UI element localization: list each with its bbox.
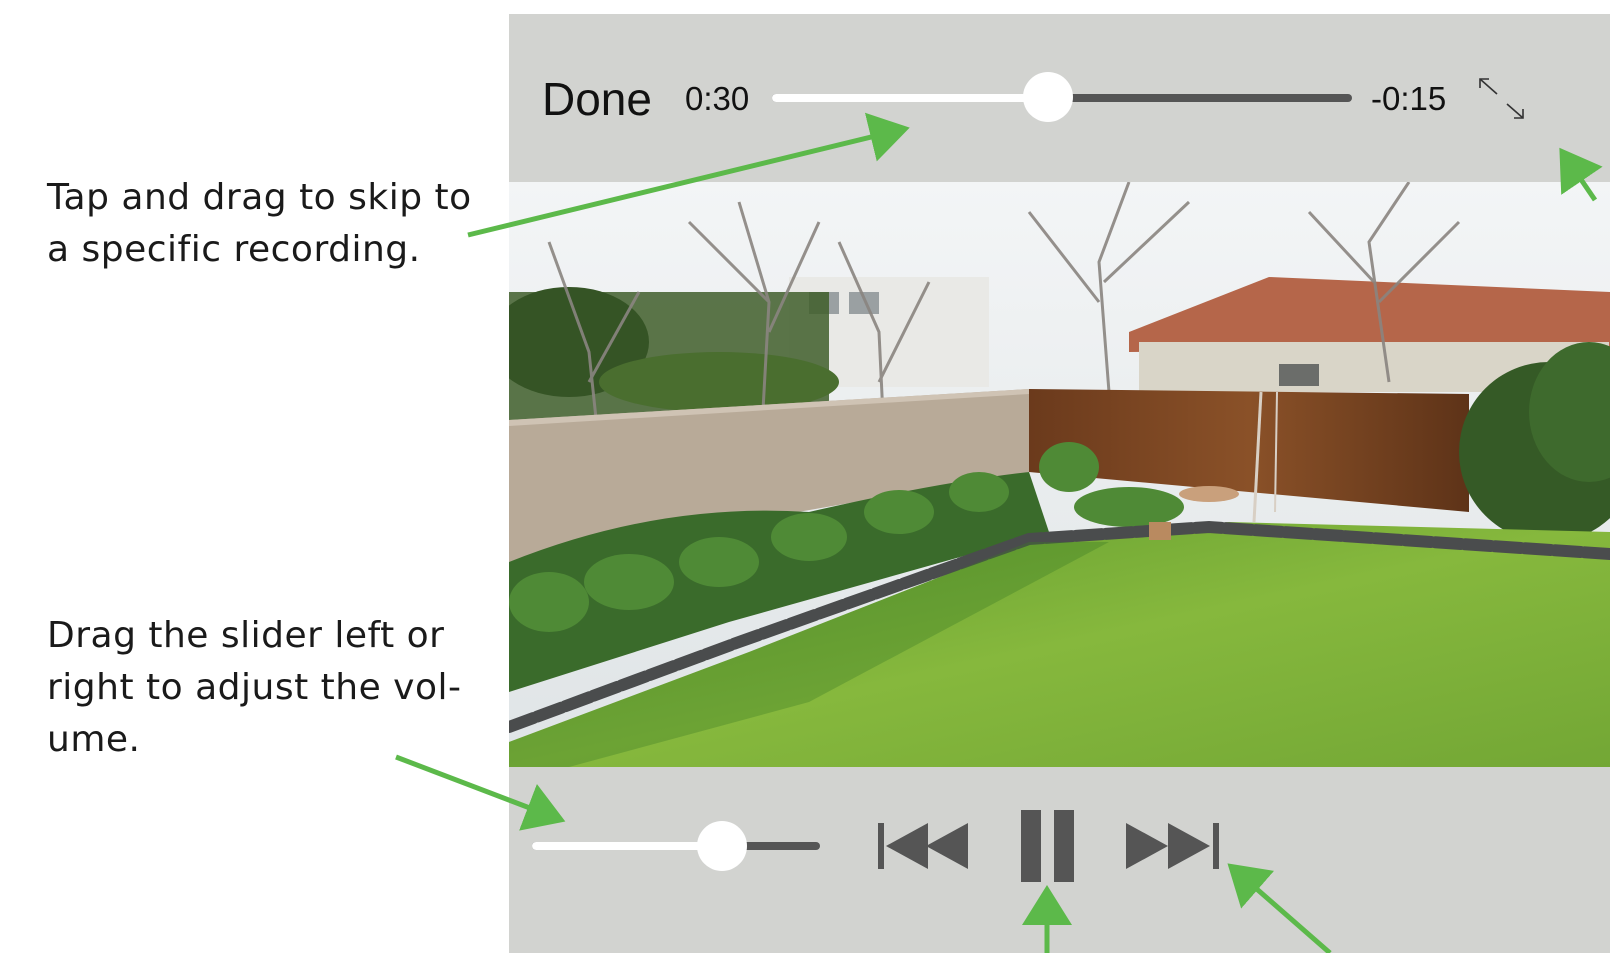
player-bottom-bar [509,767,1610,953]
volume-thumb[interactable] [697,821,748,871]
previous-button[interactable] [878,821,970,871]
fullscreen-button[interactable] [1477,76,1527,122]
playback-scrubber[interactable] [772,72,1352,122]
scrubber-progress [772,94,1048,102]
time-remaining: -0:15 [1371,80,1447,117]
skip-forward-icon [1126,823,1219,869]
scrubber-thumb[interactable] [1022,72,1073,122]
player-top-bar: Done 0:30 -0:15 [509,14,1610,182]
video-frame[interactable] [509,182,1610,767]
volume-slider[interactable] [532,821,820,871]
done-button[interactable]: Done [542,72,652,126]
video-player: Done 0:30 -0:15 [509,14,1610,953]
time-elapsed: 0:30 [685,80,750,117]
garden-video-image [509,182,1610,767]
pause-button[interactable] [1021,810,1076,882]
skip-back-icon [878,823,968,869]
pause-icon [1021,810,1074,882]
volume-level-fill [532,842,723,850]
expand-arrows-icon [1479,78,1524,119]
next-button[interactable] [1126,821,1220,871]
annotation-volume-text: Drag the slider left or right to adjust … [47,615,462,760]
annotation-skip-text: Tap and drag to skip to a specific recor… [47,177,472,270]
